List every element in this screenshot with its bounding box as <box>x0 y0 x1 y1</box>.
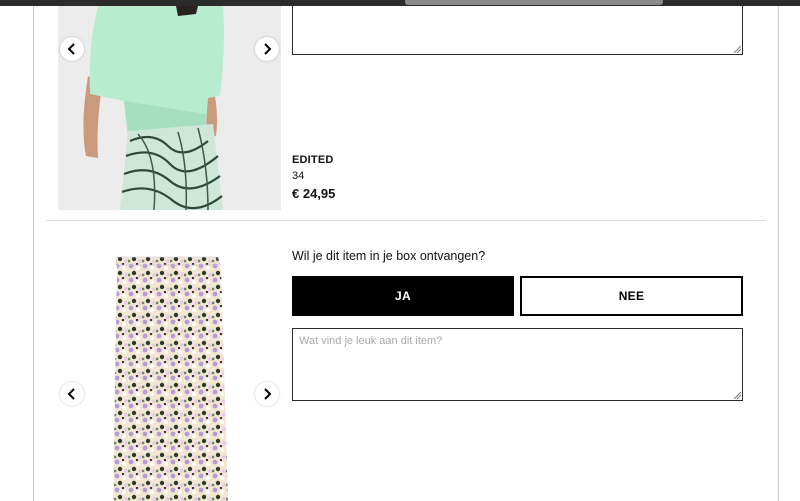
chevron-left-icon <box>67 388 75 400</box>
product-price: € 24,95 <box>292 186 336 201</box>
next-image-button[interactable] <box>255 37 279 61</box>
content-frame-right-border <box>778 6 779 501</box>
product-image-skirt <box>58 235 281 501</box>
next-image-button-item-2[interactable] <box>255 382 279 406</box>
comment-field-item-2[interactable] <box>292 328 743 401</box>
comment-textarea-item-1[interactable] <box>293 6 742 54</box>
no-button[interactable]: NEE <box>520 276 743 316</box>
chevron-right-icon <box>264 43 272 55</box>
item-divider <box>46 220 766 221</box>
content-frame-left-border <box>33 6 34 501</box>
receive-item-question: Wil je dit item in je box ontvangen? <box>292 249 486 263</box>
browser-tab-strip <box>405 0 663 5</box>
yes-button[interactable]: JA <box>292 276 514 316</box>
product-image-tshirt <box>58 6 281 210</box>
resize-grip-icon[interactable] <box>734 46 741 53</box>
comment-field-item-1[interactable] <box>292 6 743 55</box>
comment-textarea-item-2[interactable] <box>293 329 742 400</box>
product-size: 34 <box>292 170 305 182</box>
resize-grip-icon[interactable] <box>734 392 741 399</box>
product-brand: EDITED <box>292 154 334 166</box>
chevron-right-icon <box>264 388 272 400</box>
previous-image-button[interactable] <box>60 37 84 61</box>
previous-image-button-item-2[interactable] <box>60 382 84 406</box>
chevron-left-icon <box>67 43 75 55</box>
